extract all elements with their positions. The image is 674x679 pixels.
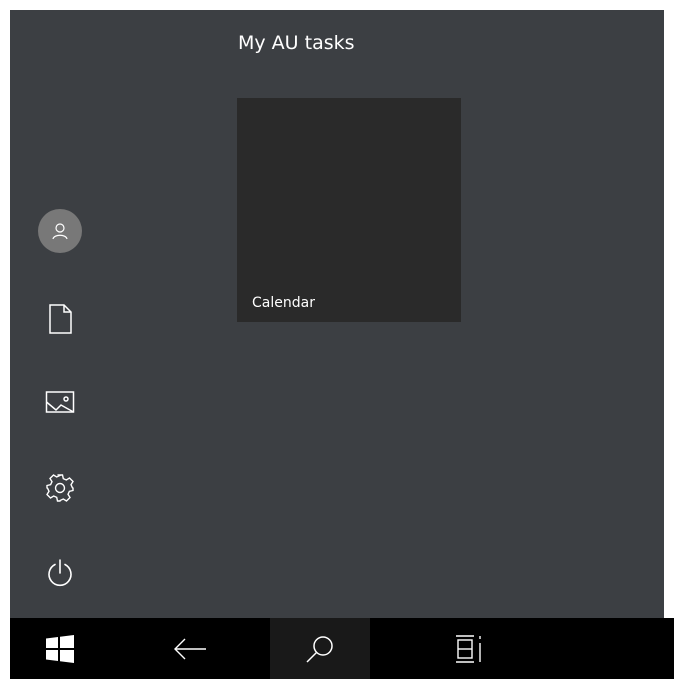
pictures-button[interactable] [34,376,86,428]
start-button[interactable] [10,618,110,679]
taskbar [10,618,674,679]
task-view-button[interactable] [420,618,520,679]
picture-icon [45,391,75,413]
documents-button[interactable] [34,293,86,345]
user-icon [52,223,68,240]
gear-icon [46,474,74,502]
settings-button[interactable] [34,462,86,514]
windows-logo-icon [46,634,74,663]
avatar [38,209,82,253]
start-menu: My AU tasks Calendar [10,10,664,618]
calendar-tile-label: Calendar [252,295,315,311]
power-icon [48,559,72,587]
power-button[interactable] [34,548,86,600]
calendar-tile[interactable]: Calendar [237,98,461,322]
search-button[interactable] [270,618,370,679]
task-view-icon [456,634,481,663]
document-icon [49,304,72,334]
back-arrow-icon [174,638,206,659]
back-button[interactable] [140,618,240,679]
search-icon [306,635,333,663]
user-account-button[interactable] [34,205,86,257]
tile-group-title: My AU tasks [238,32,355,54]
